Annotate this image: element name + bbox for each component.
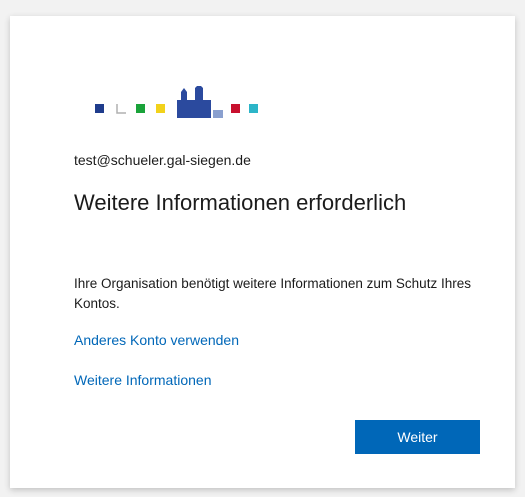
school-logo [95, 86, 258, 118]
logo-square-green [136, 104, 145, 113]
sign-in-card: test@schueler.gal-siegen.de Weitere Info… [10, 16, 515, 488]
logo-square-outline [116, 104, 126, 114]
logo-square-red [231, 104, 240, 113]
page-title: Weitere Informationen erforderlich [74, 190, 407, 215]
logo-building [177, 86, 223, 118]
logo-square-blue [95, 104, 104, 113]
use-other-account-link[interactable]: Anderes Konto verwenden [74, 332, 239, 348]
logo-square-teal [249, 104, 258, 113]
description-text: Ihre Organisation benötigt weitere Infor… [74, 276, 471, 311]
more-information-link[interactable]: Weitere Informationen [74, 372, 211, 388]
logo-square-yellow [156, 104, 165, 113]
next-button[interactable]: Weiter [355, 420, 480, 454]
account-email: test@schueler.gal-siegen.de [74, 152, 251, 168]
